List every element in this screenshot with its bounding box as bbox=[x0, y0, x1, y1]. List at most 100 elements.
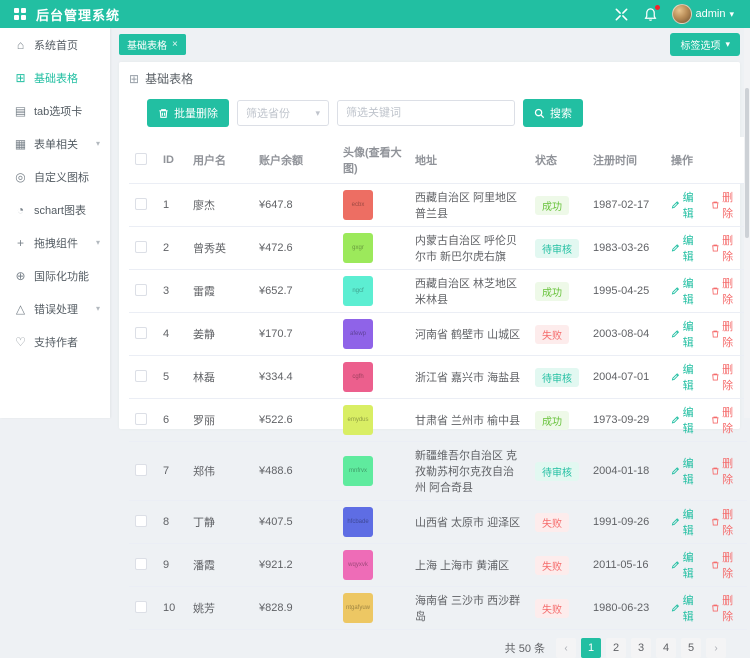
avatar-thumbnail[interactable]: afewp bbox=[343, 319, 373, 349]
edit-button[interactable]: 编辑 bbox=[671, 404, 702, 436]
edit-button[interactable]: 编辑 bbox=[671, 549, 702, 581]
fullscreen-icon[interactable] bbox=[614, 7, 629, 22]
sidebar-item-国际化功能[interactable]: ⊕ 国际化功能 bbox=[0, 259, 110, 292]
avatar-thumbnail[interactable]: ecbx bbox=[343, 190, 373, 220]
prev-page-button[interactable]: ‹ bbox=[556, 638, 576, 658]
cell-username: 姜静 bbox=[187, 313, 253, 356]
user-menu[interactable]: admin ▾ bbox=[672, 4, 735, 24]
delete-button[interactable]: 删除 bbox=[711, 404, 742, 436]
row-checkbox[interactable] bbox=[135, 370, 147, 382]
tag-options-button[interactable]: 标签选项 ▾ bbox=[670, 33, 740, 56]
sidebar-item-支持作者[interactable]: ♡ 支持作者 bbox=[0, 325, 110, 358]
row-checkbox[interactable] bbox=[135, 558, 147, 570]
table-row: 4 姜静 ¥170.7 afewp 河南省 鹤壁市 山城区 失败 2003-08… bbox=[129, 313, 747, 356]
table-row: 5 林磊 ¥334.4 cgfh 浙江省 嘉兴市 海盐县 待审核 2004-07… bbox=[129, 356, 747, 399]
tab-close-icon[interactable]: × bbox=[172, 39, 178, 50]
sidebar-item-系统首页[interactable]: ⌂ 系统首页 bbox=[0, 28, 110, 61]
row-checkbox[interactable] bbox=[135, 198, 147, 210]
status-badge: 成功 bbox=[535, 411, 569, 430]
table-row: 8 丁静 ¥407.5 hfcbade 山西省 太原市 迎泽区 失败 1991-… bbox=[129, 501, 747, 544]
keyword-filter-input[interactable] bbox=[337, 100, 515, 126]
row-checkbox[interactable] bbox=[135, 413, 147, 425]
scrollbar-thumb[interactable] bbox=[745, 88, 749, 238]
page-button-5[interactable]: 5 bbox=[681, 638, 701, 658]
user-avatar[interactable] bbox=[672, 4, 692, 24]
edit-button[interactable]: 编辑 bbox=[671, 506, 702, 538]
sidebar-item-表单相关[interactable]: ▦ 表单相关 ▾ bbox=[0, 127, 110, 160]
tab-label: 基础表格 bbox=[127, 37, 167, 52]
status-badge: 成功 bbox=[535, 282, 569, 301]
page-scrollbar[interactable] bbox=[744, 28, 750, 418]
trash-icon bbox=[711, 372, 720, 382]
col-avatar: 头像(查看大图) bbox=[337, 137, 409, 184]
trash-icon bbox=[158, 108, 169, 119]
cell-balance: ¥472.6 bbox=[253, 227, 337, 270]
notification-bell-icon[interactable] bbox=[643, 7, 658, 22]
province-filter-select[interactable]: 筛选省份 ▾ bbox=[237, 100, 329, 126]
table-row: 2 曾秀英 ¥472.6 gxgr 内蒙古自治区 呼伦贝尔市 新巴尔虎右旗 待审… bbox=[129, 227, 747, 270]
sidebar-item-自定义图标[interactable]: ◎ 自定义图标 bbox=[0, 160, 110, 193]
sidebar-item-基础表格[interactable]: ⊞ 基础表格 bbox=[0, 61, 110, 94]
edit-button[interactable]: 编辑 bbox=[671, 361, 702, 393]
status-badge: 成功 bbox=[535, 196, 569, 215]
avatar-thumbnail[interactable]: mnfrvx bbox=[343, 456, 373, 486]
cell-username: 曾秀英 bbox=[187, 227, 253, 270]
delete-button[interactable]: 删除 bbox=[711, 506, 742, 538]
page-button-3[interactable]: 3 bbox=[631, 638, 651, 658]
tab-bar: 基础表格 × 标签选项 ▾ bbox=[110, 28, 750, 60]
trash-icon bbox=[711, 243, 720, 253]
sidebar-item-拖拽组件[interactable]: + 拖拽组件 ▾ bbox=[0, 226, 110, 259]
sidebar-item-错误处理[interactable]: △ 错误处理 ▾ bbox=[0, 292, 110, 325]
avatar-thumbnail[interactable]: gxgr bbox=[343, 233, 373, 263]
avatar-thumbnail[interactable]: cgfh bbox=[343, 362, 373, 392]
delete-button[interactable]: 删除 bbox=[711, 232, 742, 264]
delete-button[interactable]: 删除 bbox=[711, 318, 742, 350]
cell-address: 山西省 太原市 迎泽区 bbox=[409, 501, 529, 544]
table-row: 7 郑伟 ¥488.6 mnfrvx 新疆维吾尔自治区 克孜勒苏柯尔克孜自治州 … bbox=[129, 442, 747, 501]
sidebar-item-tab选项卡[interactable]: ▤ tab选项卡 bbox=[0, 94, 110, 127]
edit-button[interactable]: 编辑 bbox=[671, 318, 702, 350]
delete-button[interactable]: 删除 bbox=[711, 592, 742, 624]
edit-pencil-icon bbox=[671, 372, 680, 382]
table-icon: ⊞ bbox=[14, 71, 27, 85]
page-button-1[interactable]: 1 bbox=[581, 638, 601, 658]
delete-button[interactable]: 删除 bbox=[711, 189, 742, 221]
custom-icon-icon: ◎ bbox=[14, 170, 27, 184]
edit-button[interactable]: 编辑 bbox=[671, 189, 702, 221]
cell-username: 姚芳 bbox=[187, 587, 253, 630]
search-button[interactable]: 搜索 bbox=[523, 99, 583, 127]
edit-pencil-icon bbox=[671, 517, 680, 527]
avatar-thumbnail[interactable]: hfcbade bbox=[343, 507, 373, 537]
next-page-button[interactable]: › bbox=[706, 638, 726, 658]
cell-address: 西藏自治区 阿里地区 普兰县 bbox=[409, 184, 529, 227]
delete-button[interactable]: 删除 bbox=[711, 275, 742, 307]
edit-pencil-icon bbox=[671, 560, 680, 570]
avatar-thumbnail[interactable]: ntgafyuw bbox=[343, 593, 373, 623]
delete-button[interactable]: 删除 bbox=[711, 361, 742, 393]
avatar-thumbnail[interactable]: ngcf bbox=[343, 276, 373, 306]
row-checkbox[interactable] bbox=[135, 515, 147, 527]
avatar-thumbnail[interactable]: emydus bbox=[343, 405, 373, 435]
sidebar-item-schart图表[interactable]: ◔ schart图表 bbox=[0, 193, 110, 226]
trash-icon bbox=[711, 560, 720, 570]
row-checkbox[interactable] bbox=[135, 327, 147, 339]
row-checkbox[interactable] bbox=[135, 241, 147, 253]
batch-delete-button[interactable]: 批量删除 bbox=[147, 99, 229, 127]
page-button-4[interactable]: 4 bbox=[656, 638, 676, 658]
row-checkbox[interactable] bbox=[135, 601, 147, 613]
tab-basic-table[interactable]: 基础表格 × bbox=[119, 34, 186, 55]
avatar-thumbnail[interactable]: wqyxvk bbox=[343, 550, 373, 580]
col-username: 用户名 bbox=[187, 137, 253, 184]
row-checkbox[interactable] bbox=[135, 464, 147, 476]
cell-username: 丁静 bbox=[187, 501, 253, 544]
delete-button[interactable]: 删除 bbox=[711, 455, 742, 487]
select-all-checkbox[interactable] bbox=[135, 153, 147, 165]
cell-register-date: 2004-01-18 bbox=[587, 442, 665, 501]
delete-button[interactable]: 删除 bbox=[711, 549, 742, 581]
edit-button[interactable]: 编辑 bbox=[671, 232, 702, 264]
page-button-2[interactable]: 2 bbox=[606, 638, 626, 658]
edit-button[interactable]: 编辑 bbox=[671, 455, 702, 487]
row-checkbox[interactable] bbox=[135, 284, 147, 296]
edit-button[interactable]: 编辑 bbox=[671, 275, 702, 307]
edit-button[interactable]: 编辑 bbox=[671, 592, 702, 624]
